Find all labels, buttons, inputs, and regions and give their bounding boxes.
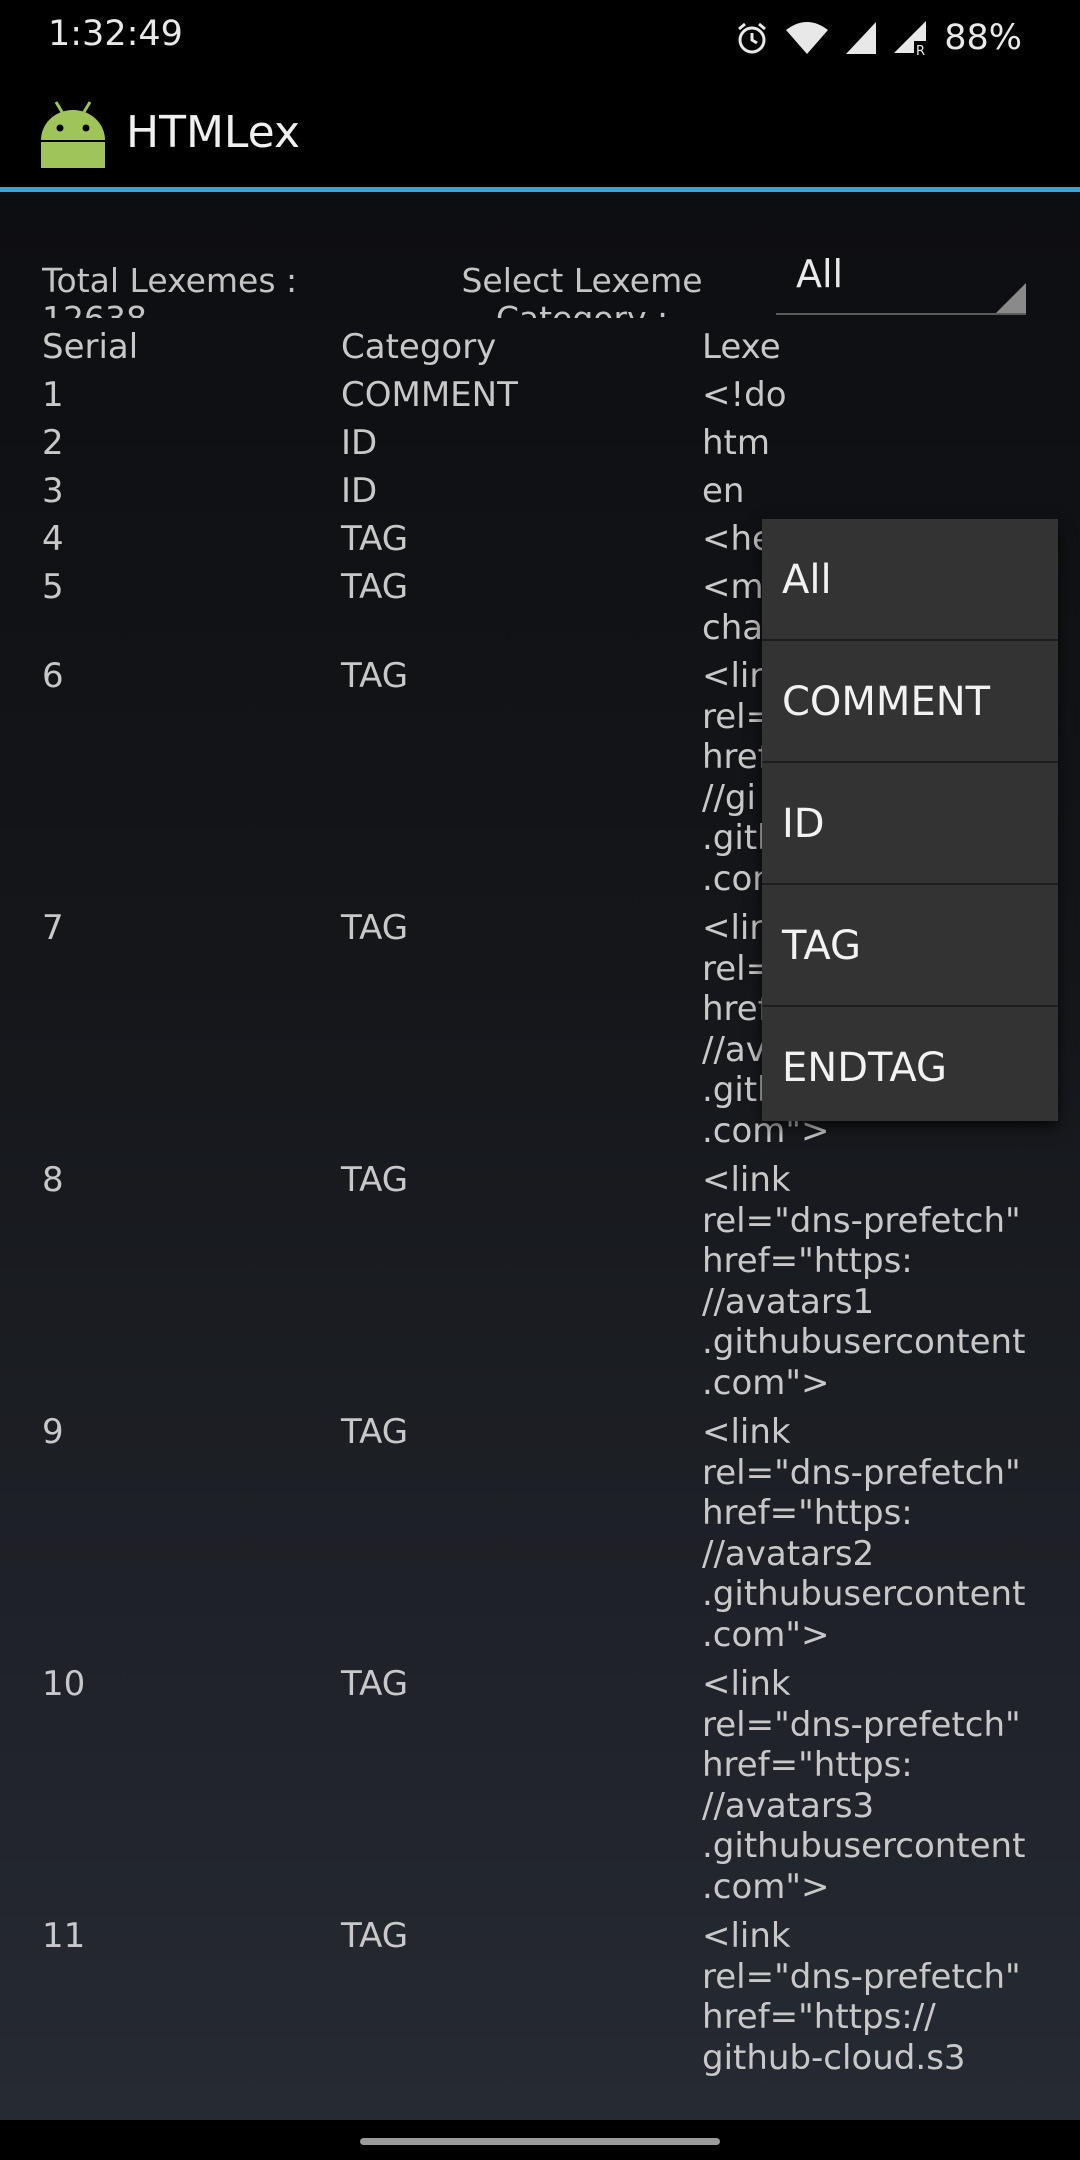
row-category: ID	[341, 423, 378, 463]
dropdown-option-id[interactable]: ID	[762, 763, 1058, 885]
table-header: Serial Category Lexe	[0, 327, 1080, 375]
row-serial: 7	[42, 908, 64, 948]
row-serial: 8	[42, 1160, 64, 1200]
row-category: TAG	[341, 567, 409, 607]
row-category: TAG	[341, 908, 409, 948]
spinner-selected-value: All	[796, 252, 844, 296]
alarm-icon	[738, 22, 767, 54]
table-row: 3 ID en	[0, 471, 1080, 519]
row-lexeme: <link rel="dns-prefetch" href="https:// …	[702, 1916, 1021, 2078]
dropdown-option-label: ID	[782, 801, 825, 847]
table-row: 2 ID htm	[0, 423, 1080, 471]
spinner-arrow-icon	[996, 283, 1026, 313]
wifi-icon	[786, 22, 829, 54]
row-category: TAG	[341, 1916, 409, 1956]
android-icon	[41, 101, 105, 168]
table-row: 11 TAG <link rel="dns-prefetch" href="ht…	[0, 1916, 1080, 2088]
row-serial: 3	[42, 471, 64, 511]
row-serial: 10	[42, 1664, 86, 1704]
dropdown-option-all[interactable]: All	[762, 519, 1058, 641]
row-lexeme: <link rel="dns-prefetch" href="https: //…	[702, 1160, 1026, 1403]
row-category: TAG	[341, 1160, 409, 1200]
dropdown-option-label: COMMENT	[782, 679, 991, 725]
svg-text:R: R	[916, 44, 925, 57]
select-category-label: Select Lexeme Category :	[461, 262, 703, 318]
row-category: COMMENT	[341, 375, 518, 415]
row-serial: 2	[42, 423, 64, 463]
row-serial: 11	[42, 1916, 86, 1956]
status-bar: 1:32:49 R 88%	[0, 0, 1080, 76]
dropdown-option-label: ENDTAG	[782, 1045, 947, 1091]
row-serial: 9	[42, 1412, 64, 1452]
row-serial: 1	[42, 375, 64, 415]
header-category: Category	[341, 327, 497, 367]
navigation-bar	[0, 2120, 1080, 2160]
dropdown-option-tag[interactable]: TAG	[762, 885, 1058, 1007]
header-serial: Serial	[42, 327, 139, 367]
row-lexeme: <!do	[702, 375, 787, 415]
signal-icon	[846, 22, 877, 54]
home-gesture-handle[interactable]	[360, 2138, 720, 2145]
total-lexemes-label: Total Lexemes : 12638	[42, 262, 298, 318]
status-time: 1:32:49	[48, 14, 183, 54]
dropdown-option-label: TAG	[782, 923, 861, 969]
row-serial: 6	[42, 656, 64, 696]
battery-level: 88%	[944, 18, 1022, 58]
header-lexeme: Lexe	[702, 327, 781, 367]
row-lexeme: en	[702, 471, 745, 511]
row-lexeme: <link rel="dns-prefetch" href="https: //…	[702, 1412, 1026, 1655]
status-icons: R 88%	[734, 14, 1022, 62]
row-category: TAG	[341, 656, 409, 696]
row-category: ID	[341, 471, 378, 511]
row-serial: 5	[42, 567, 64, 607]
dropdown-option-comment[interactable]: COMMENT	[762, 641, 1058, 763]
table-row: 10 TAG <link rel="dns-prefetch" href="ht…	[0, 1664, 1080, 1916]
dropdown-option-label: All	[782, 557, 832, 603]
signal-roaming-icon: R	[894, 21, 927, 57]
category-spinner[interactable]: All	[776, 247, 1026, 315]
table-row: 8 TAG <link rel="dns-prefetch" href="htt…	[0, 1160, 1080, 1412]
table-row: 9 TAG <link rel="dns-prefetch" href="htt…	[0, 1412, 1080, 1664]
dropdown-option-endtag[interactable]: ENDTAG	[762, 1007, 1058, 1127]
app-bar: HTMLex	[0, 76, 1080, 188]
lexeme-screen: Total Lexemes : 12638 Select Lexeme Cate…	[0, 192, 1080, 2120]
row-category: TAG	[341, 1412, 409, 1452]
category-dropdown-menu: All COMMENT ID TAG ENDTAG	[762, 519, 1058, 1121]
row-lexeme: htm	[702, 423, 770, 463]
app-title: HTMLex	[126, 107, 301, 158]
row-category: TAG	[341, 519, 409, 559]
row-lexeme: <link rel="dns-prefetch" href="https: //…	[702, 1664, 1026, 1907]
row-serial: 4	[42, 519, 64, 559]
table-row: 1 COMMENT <!do	[0, 375, 1080, 423]
row-category: TAG	[341, 1664, 409, 1704]
